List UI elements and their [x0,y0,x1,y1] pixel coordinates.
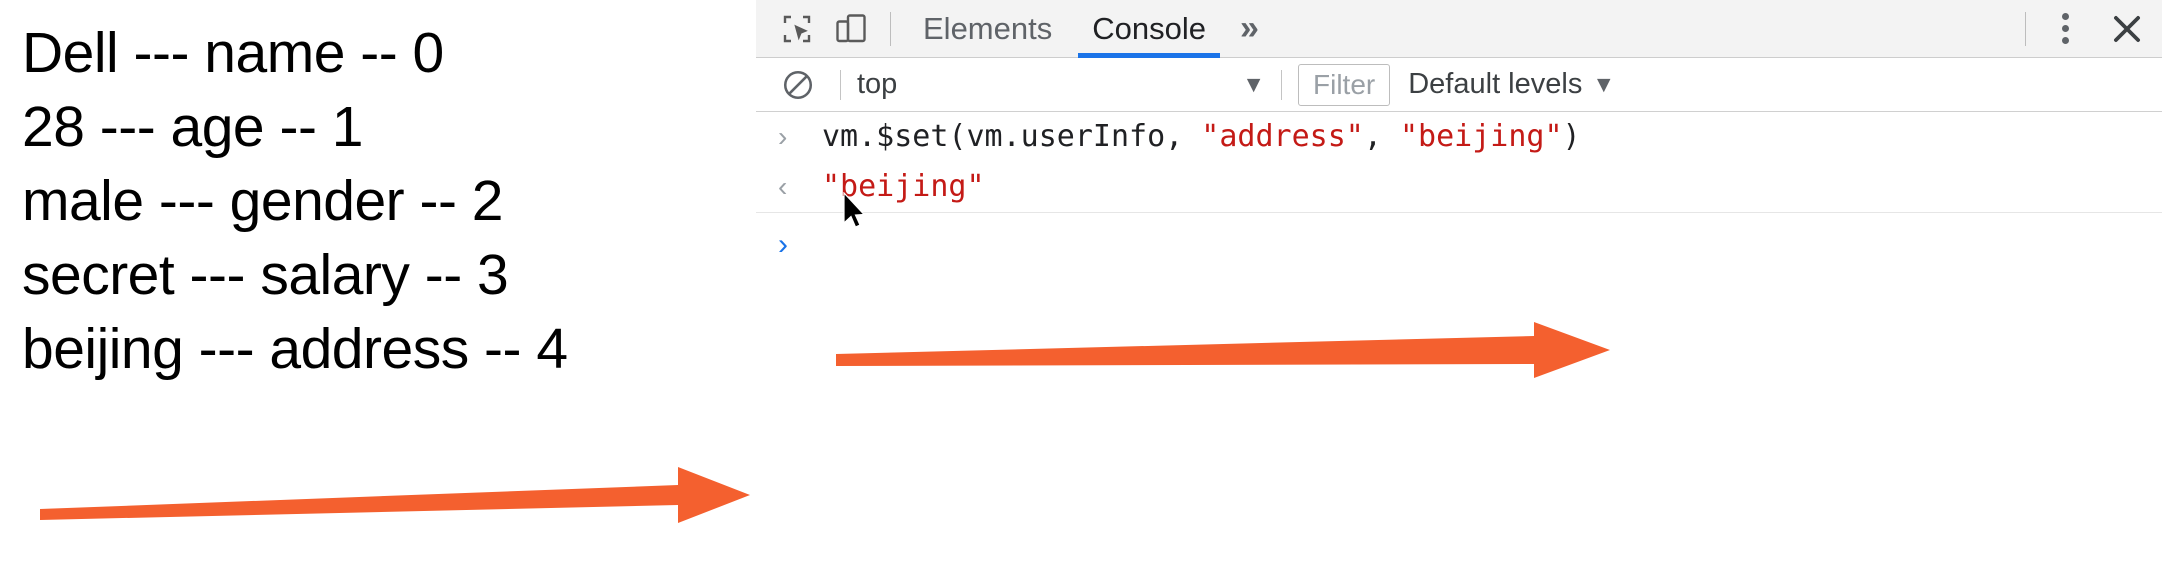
inspect-element-icon[interactable] [770,5,824,53]
input-prompt-icon: › [778,121,788,152]
annotation-arrow-icon [836,322,1610,378]
devtools-toolbar: Elements Console » [756,0,2162,58]
console-filter-bar: top ▼ Filter Default levels ▼ [756,58,2162,112]
tab-console[interactable]: Console [1072,0,1226,58]
toolbar-separator-right [2025,11,2026,46]
tab-elements[interactable]: Elements [903,0,1072,58]
chevron-down-icon: ▼ [1592,71,1616,97]
filterbar-separator-2 [1281,69,1282,100]
result-arrow-icon: ‹ [778,171,788,202]
output-line: secret --- salary -- 3 [22,243,509,307]
console-context-selector[interactable]: top ▼ [857,68,1265,101]
more-tabs-button[interactable]: » [1226,0,1273,58]
kebab-menu-icon[interactable] [2038,5,2092,53]
console-input-code: vm.$set(vm.userInfo, "address", "beijing… [822,119,1581,154]
annotation-arrow-icon [40,467,750,523]
output-line: Dell --- name -- 0 [22,21,444,85]
clear-console-icon[interactable] [772,63,824,107]
console-result-value: "beijing" [822,169,985,204]
page-output-panel: Dell --- name -- 0 28 --- age -- 1 male … [0,0,756,562]
console-context-value: top [857,68,898,100]
close-icon[interactable] [2092,1,2162,57]
output-line: male --- gender -- 2 [22,169,504,233]
console-prompt-row[interactable]: › [756,212,2162,270]
devtools-panel: Elements Console » top ▼ Filter Default … [756,0,2162,562]
console-prompt-icon: › [778,228,788,261]
console-message-list: › vm.$set(vm.userInfo, "address", "beiji… [756,112,2162,562]
console-result-message: ‹ "beijing" [756,162,2162,212]
filter-input[interactable]: Filter [1298,63,1391,106]
console-input-message[interactable]: › vm.$set(vm.userInfo, "address", "beiji… [756,112,2162,162]
toolbar-separator [890,11,891,46]
chevron-down-icon: ▼ [1242,71,1265,97]
device-toolbar-icon[interactable] [824,5,878,53]
filter-placeholder: Filter [1313,68,1376,100]
output-line: beijing --- address -- 4 [22,317,568,381]
output-line: 28 --- age -- 1 [22,95,363,159]
screenshot-root: Dell --- name -- 0 28 --- age -- 1 male … [0,0,2162,562]
filterbar-separator [840,69,841,100]
log-levels-label: Default levels [1408,68,1583,100]
tab-console-label: Console [1092,10,1206,46]
log-levels-selector[interactable]: Default levels ▼ [1408,68,1615,101]
tab-elements-label: Elements [923,10,1053,46]
